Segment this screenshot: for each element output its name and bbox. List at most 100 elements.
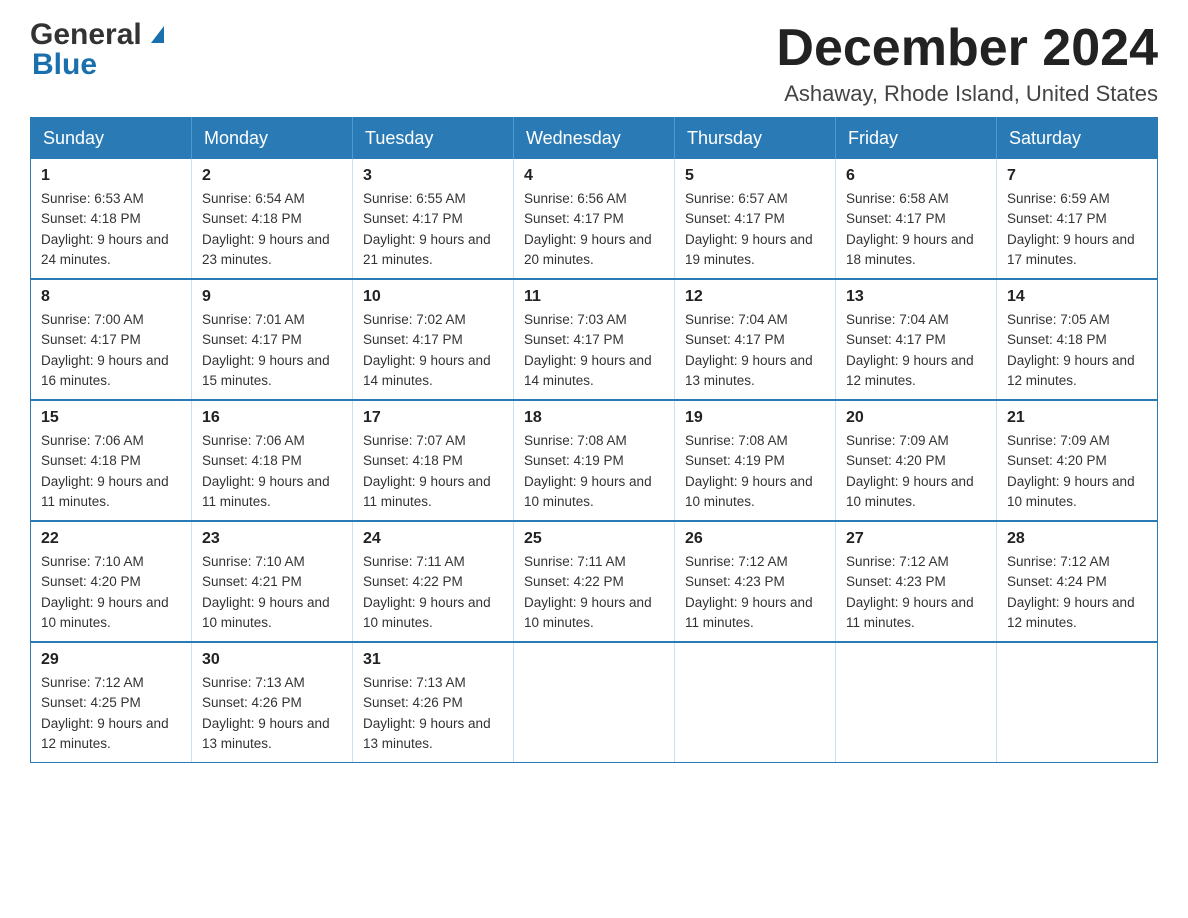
day-number: 7 [1007,167,1147,185]
day-number: 26 [685,530,825,548]
calendar-day-cell: 13Sunrise: 7:04 AMSunset: 4:17 PMDayligh… [836,279,997,400]
calendar-day-cell: 8 Sunrise: 7:00 AMSunset: 4:17 PMDaylight… [31,279,192,400]
calendar-day-cell: 22 Sunrise: 7:10 AMSunset: 4:20 PMDayligh… [31,521,192,642]
day-info: Sunrise: 7:00 AMSunset: 4:17 PMDaylight:… [41,310,181,391]
calendar-day-cell: 29 Sunrise: 7:12 AMSunset: 4:25 PMDayligh… [31,642,192,763]
day-number: 13 [846,288,986,306]
calendar-day-cell: 9Sunrise: 7:01 AMSunset: 4:17 PMDaylight… [192,279,353,400]
calendar-day-cell: 30Sunrise: 7:13 AMSunset: 4:26 PMDayligh… [192,642,353,763]
day-number: 31 [363,651,503,669]
calendar-day-cell: 11 Sunrise: 7:03 AMSunset: 4:17 PMDayligh… [514,279,675,400]
day-info: Sunrise: 7:11 AMSunset: 4:22 PMDaylight:… [363,552,503,633]
logo: General Blue [30,20,164,80]
day-number: 4 [524,167,664,185]
calendar-week-row: 22 Sunrise: 7:10 AMSunset: 4:20 PMDayligh… [31,521,1158,642]
calendar-day-cell: 21Sunrise: 7:09 AMSunset: 4:20 PMDayligh… [997,400,1158,521]
day-number: 5 [685,167,825,185]
calendar-day-cell: 6 Sunrise: 6:58 AMSunset: 4:17 PMDaylight… [836,159,997,279]
day-info: Sunrise: 7:04 AMSunset: 4:17 PMDaylight:… [685,310,825,391]
day-number: 1 [41,167,181,185]
day-number: 10 [363,288,503,306]
day-number: 18 [524,409,664,427]
day-info: Sunrise: 7:08 AMSunset: 4:19 PMDaylight:… [524,431,664,512]
day-number: 27 [846,530,986,548]
calendar-day-cell: 16 Sunrise: 7:06 AMSunset: 4:18 PMDayligh… [192,400,353,521]
day-number: 19 [685,409,825,427]
calendar-table: SundayMondayTuesdayWednesdayThursdayFrid… [30,117,1158,763]
day-info: Sunrise: 6:55 AMSunset: 4:17 PMDaylight:… [363,189,503,270]
calendar-week-row: 15 Sunrise: 7:06 AMSunset: 4:18 PMDayligh… [31,400,1158,521]
day-info: Sunrise: 6:59 AMSunset: 4:17 PMDaylight:… [1007,189,1147,270]
title-area: December 2024 Ashaway, Rhode Island, Uni… [776,20,1158,107]
calendar-day-cell: 3 Sunrise: 6:55 AMSunset: 4:17 PMDaylight… [353,159,514,279]
day-number: 24 [363,530,503,548]
calendar-day-cell: 7 Sunrise: 6:59 AMSunset: 4:17 PMDaylight… [997,159,1158,279]
calendar-day-cell [675,642,836,763]
calendar-day-cell: 17Sunrise: 7:07 AMSunset: 4:18 PMDayligh… [353,400,514,521]
day-number: 8 [41,288,181,306]
day-number: 6 [846,167,986,185]
day-number: 15 [41,409,181,427]
calendar-day-cell: 23 Sunrise: 7:10 AMSunset: 4:21 PMDayligh… [192,521,353,642]
weekday-header-sunday: Sunday [31,118,192,160]
day-number: 25 [524,530,664,548]
weekday-header-monday: Monday [192,118,353,160]
calendar-day-cell: 5Sunrise: 6:57 AMSunset: 4:17 PMDaylight… [675,159,836,279]
day-number: 28 [1007,530,1147,548]
day-number: 30 [202,651,342,669]
day-info: Sunrise: 7:10 AMSunset: 4:20 PMDaylight:… [41,552,181,633]
day-number: 14 [1007,288,1147,306]
day-info: Sunrise: 7:08 AMSunset: 4:19 PMDaylight:… [685,431,825,512]
logo-blue-text: Blue [32,50,97,80]
day-info: Sunrise: 7:02 AMSunset: 4:17 PMDaylight:… [363,310,503,391]
calendar-day-cell: 31 Sunrise: 7:13 AMSunset: 4:26 PMDayligh… [353,642,514,763]
day-info: Sunrise: 7:03 AMSunset: 4:17 PMDaylight:… [524,310,664,391]
weekday-header-tuesday: Tuesday [353,118,514,160]
day-info: Sunrise: 6:54 AMSunset: 4:18 PMDaylight:… [202,189,342,270]
day-number: 23 [202,530,342,548]
calendar-day-cell [514,642,675,763]
day-number: 2 [202,167,342,185]
weekday-header-row: SundayMondayTuesdayWednesdayThursdayFrid… [31,118,1158,160]
day-info: Sunrise: 7:12 AMSunset: 4:23 PMDaylight:… [685,552,825,633]
calendar-day-cell: 14Sunrise: 7:05 AMSunset: 4:18 PMDayligh… [997,279,1158,400]
day-number: 16 [202,409,342,427]
month-title: December 2024 [776,20,1158,77]
day-info: Sunrise: 7:13 AMSunset: 4:26 PMDaylight:… [363,673,503,754]
day-info: Sunrise: 7:12 AMSunset: 4:25 PMDaylight:… [41,673,181,754]
day-number: 22 [41,530,181,548]
day-info: Sunrise: 6:53 AMSunset: 4:18 PMDaylight:… [41,189,181,270]
day-info: Sunrise: 7:09 AMSunset: 4:20 PMDaylight:… [846,431,986,512]
day-info: Sunrise: 7:12 AMSunset: 4:24 PMDaylight:… [1007,552,1147,633]
location-subtitle: Ashaway, Rhode Island, United States [776,81,1158,107]
calendar-week-row: 8 Sunrise: 7:00 AMSunset: 4:17 PMDaylight… [31,279,1158,400]
day-info: Sunrise: 7:01 AMSunset: 4:17 PMDaylight:… [202,310,342,391]
day-info: Sunrise: 7:06 AMSunset: 4:18 PMDaylight:… [41,431,181,512]
logo-general-text: General [30,20,164,50]
day-number: 29 [41,651,181,669]
calendar-day-cell: 20 Sunrise: 7:09 AMSunset: 4:20 PMDayligh… [836,400,997,521]
calendar-day-cell: 28 Sunrise: 7:12 AMSunset: 4:24 PMDayligh… [997,521,1158,642]
calendar-day-cell: 25 Sunrise: 7:11 AMSunset: 4:22 PMDayligh… [514,521,675,642]
day-info: Sunrise: 6:58 AMSunset: 4:17 PMDaylight:… [846,189,986,270]
calendar-day-cell: 18 Sunrise: 7:08 AMSunset: 4:19 PMDayligh… [514,400,675,521]
day-info: Sunrise: 7:10 AMSunset: 4:21 PMDaylight:… [202,552,342,633]
day-info: Sunrise: 7:07 AMSunset: 4:18 PMDaylight:… [363,431,503,512]
calendar-day-cell: 10 Sunrise: 7:02 AMSunset: 4:17 PMDayligh… [353,279,514,400]
day-info: Sunrise: 7:06 AMSunset: 4:18 PMDaylight:… [202,431,342,512]
triangle-icon [151,26,164,43]
day-number: 11 [524,288,664,306]
calendar-day-cell: 1 Sunrise: 6:53 AMSunset: 4:18 PMDaylight… [31,159,192,279]
calendar-day-cell: 26 Sunrise: 7:12 AMSunset: 4:23 PMDayligh… [675,521,836,642]
calendar-day-cell: 15 Sunrise: 7:06 AMSunset: 4:18 PMDayligh… [31,400,192,521]
calendar-day-cell: 12 Sunrise: 7:04 AMSunset: 4:17 PMDayligh… [675,279,836,400]
calendar-week-row: 29 Sunrise: 7:12 AMSunset: 4:25 PMDayligh… [31,642,1158,763]
calendar-day-cell: 24 Sunrise: 7:11 AMSunset: 4:22 PMDayligh… [353,521,514,642]
page-header: General Blue December 2024 Ashaway, Rhod… [30,20,1158,107]
day-number: 12 [685,288,825,306]
day-info: Sunrise: 7:11 AMSunset: 4:22 PMDaylight:… [524,552,664,633]
day-number: 3 [363,167,503,185]
day-number: 21 [1007,409,1147,427]
day-number: 20 [846,409,986,427]
calendar-day-cell [997,642,1158,763]
